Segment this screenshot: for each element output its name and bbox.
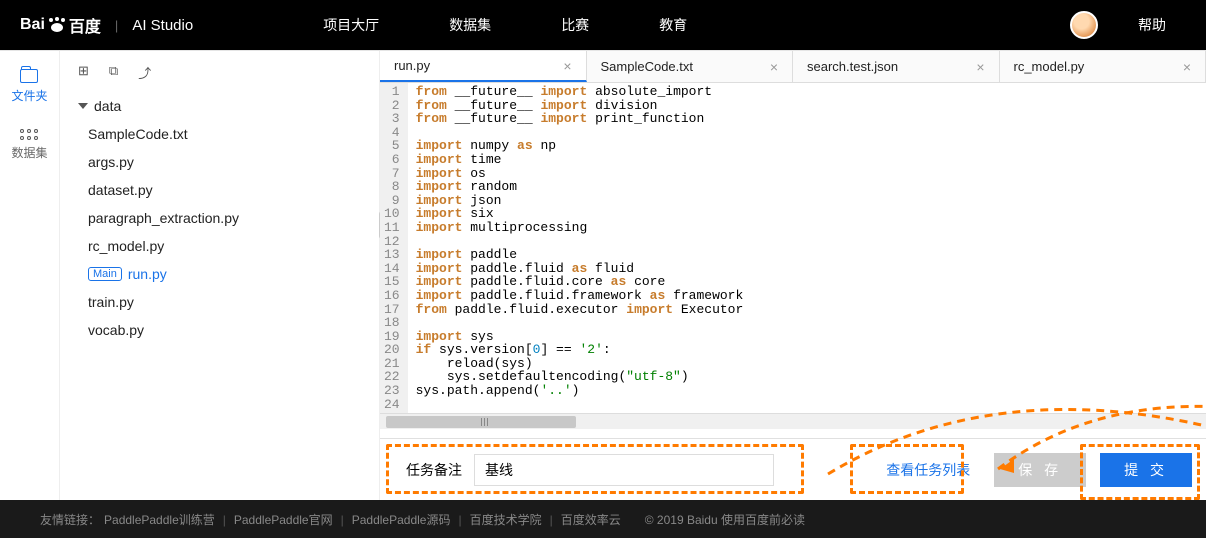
tree-file[interactable]: vocab.py — [70, 316, 369, 344]
upload-icon[interactable]: ⤴ — [138, 63, 151, 82]
task-input[interactable] — [474, 454, 774, 486]
help-link[interactable]: 帮助 — [1138, 15, 1166, 35]
tree-file[interactable]: rc_model.py — [70, 232, 369, 260]
footer-link[interactable]: PaddlePaddle官网 — [234, 513, 333, 527]
sidebar-datasets[interactable]: 数据集 — [11, 129, 47, 161]
editor-tabs: run.py×SampleCode.txt×search.test.json×r… — [380, 51, 1206, 83]
nav-education[interactable]: 教育 — [659, 15, 687, 35]
avatar[interactable] — [1070, 11, 1098, 39]
file-panel: ⊞ ⧉ ⤴ data SampleCode.txt args.py datase… — [60, 51, 380, 500]
studio-logo: AI Studio — [132, 17, 193, 34]
code-wrap: 123456789101112131415161718192021222324 … — [380, 83, 1206, 438]
file-tree: data SampleCode.txt args.py dataset.py p… — [60, 92, 379, 344]
tree-file[interactable]: dataset.py — [70, 176, 369, 204]
tab-run.py[interactable]: run.py× — [380, 51, 587, 82]
tree-file-main[interactable]: Main run.py — [70, 260, 369, 288]
footer-link[interactable]: 百度技术学院 — [470, 513, 542, 527]
baidu-logo: Bai百度 — [20, 13, 101, 37]
new-folder-icon[interactable]: ⧉ — [109, 63, 118, 82]
close-icon[interactable]: × — [976, 59, 984, 75]
sidebar-files-label: 文件夹 — [11, 87, 47, 104]
sidebar-datasets-label: 数据集 — [11, 144, 47, 161]
nav-projects[interactable]: 项目大厅 — [323, 15, 379, 35]
paw-icon — [49, 18, 65, 32]
tab-search.test.json[interactable]: search.test.json× — [793, 51, 1000, 82]
nav-competition[interactable]: 比赛 — [561, 15, 589, 35]
code-lines[interactable]: from __future__ import absolute_importfr… — [408, 83, 752, 413]
tree-file[interactable]: args.py — [70, 148, 369, 176]
tree-file[interactable]: paragraph_extraction.py — [70, 204, 369, 232]
close-icon[interactable]: × — [1183, 59, 1191, 75]
code-editor[interactable]: 123456789101112131415161718192021222324 … — [380, 83, 1206, 413]
close-icon[interactable]: × — [563, 58, 571, 74]
footer-copyright: © 2019 Baidu 使用百度前必读 — [645, 511, 805, 528]
left-sidebar: 文件夹 数据集 — [0, 51, 60, 500]
dataset-icon — [20, 129, 38, 140]
view-task-list-link[interactable]: 查看任务列表 — [876, 454, 980, 486]
task-bar: 任务备注 查看任务列表 保 存 提 交 — [380, 438, 1206, 500]
save-button[interactable]: 保 存 — [994, 453, 1086, 487]
footer-label: 友情链接： — [40, 511, 100, 528]
tab-SampleCode.txt[interactable]: SampleCode.txt× — [587, 51, 794, 82]
submit-button[interactable]: 提 交 — [1100, 453, 1192, 487]
main-tag: Main — [88, 267, 122, 281]
folder-icon — [20, 69, 38, 83]
chevron-down-icon — [78, 103, 88, 109]
file-toolbar: ⊞ ⧉ ⤴ — [60, 59, 379, 92]
nav-datasets[interactable]: 数据集 — [449, 15, 491, 35]
task-label: 任务备注 — [406, 460, 462, 480]
editor-area: run.py×SampleCode.txt×search.test.json×r… — [380, 51, 1206, 500]
top-bar: Bai百度 | AI Studio 项目大厅 数据集 比赛 教育 帮助 — [0, 0, 1206, 50]
sidebar-files[interactable]: 文件夹 — [11, 69, 47, 104]
footer: 友情链接： PaddlePaddle训练营|PaddlePaddle官网|Pad… — [0, 500, 1206, 538]
main-nav: 项目大厅 数据集 比赛 教育 — [323, 15, 687, 35]
line-gutter: 123456789101112131415161718192021222324 — [380, 83, 408, 413]
footer-link[interactable]: 百度效率云 — [561, 513, 621, 527]
footer-link[interactable]: PaddlePaddle训练营 — [104, 513, 215, 527]
tab-rc_model.py[interactable]: rc_model.py× — [1000, 51, 1206, 82]
logo-group[interactable]: Bai百度 | AI Studio — [20, 13, 193, 37]
tree-folder-data[interactable]: data — [70, 92, 369, 120]
main-area: 文件夹 数据集 ⊞ ⧉ ⤴ data SampleCode.txt args.p… — [0, 50, 1206, 500]
footer-link[interactable]: PaddlePaddle源码 — [352, 513, 451, 527]
close-icon[interactable]: × — [770, 59, 778, 75]
logo-separator: | — [115, 18, 118, 33]
scrollbar-thumb[interactable] — [386, 416, 576, 428]
tree-file[interactable]: train.py — [70, 288, 369, 316]
tree-file[interactable]: SampleCode.txt — [70, 120, 369, 148]
horizontal-scrollbar[interactable] — [380, 413, 1206, 429]
new-file-icon[interactable]: ⊞ — [78, 63, 89, 82]
